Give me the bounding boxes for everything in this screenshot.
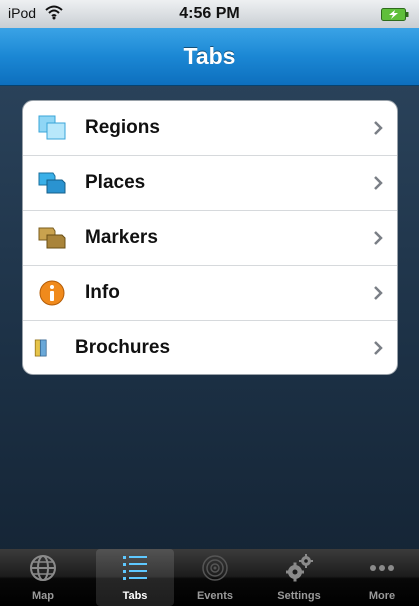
status-bar: iPod 4:56 PM [0,0,419,28]
tab-map[interactable]: Map [4,549,82,606]
chevron-right-icon [374,341,383,355]
chevron-right-icon [374,176,383,190]
page-title: Tabs [183,43,236,69]
tab-label: Events [196,590,234,602]
list-item-regions[interactable]: Regions [23,101,397,156]
chevron-right-icon [374,286,383,300]
tab-label: Map [32,590,54,602]
chevron-right-icon [374,121,383,135]
list-item-label: Info [85,282,120,303]
tab-tabs[interactable]: Tabs [96,549,174,606]
tab-more[interactable]: More [343,549,419,606]
regions-icon [38,115,66,140]
tab-label: Tabs [122,590,148,602]
list-item-brochures[interactable]: Brochures [23,321,397,374]
brochures-icon [34,339,47,357]
list-item-label: Places [85,172,146,193]
list-icon [123,556,147,580]
list-item-label: Markers [85,227,158,248]
status-time: 4:56 PM [179,5,240,22]
globe-icon [30,555,56,581]
tab-settings[interactable]: Settings [260,549,338,606]
markers-icon [38,227,66,249]
gears-icon [286,554,313,582]
tab-label: More [368,590,396,602]
list-item-markers[interactable]: Markers [23,211,397,266]
places-icon [38,172,66,194]
tab-events[interactable]: Events [176,549,254,606]
tab-label: Settings [277,590,321,602]
list-item-info[interactable]: Info [23,266,397,321]
app-screen: iPod 4:56 PM Tabs Regions Places Markers… [0,0,419,606]
more-dots-icon [370,565,394,571]
tab-bar: Map Tabs Events Settings More [0,549,419,606]
navigation-bar: Tabs [0,28,419,86]
list-item-places[interactable]: Places [23,156,397,211]
list-item-label: Regions [85,117,160,138]
battery-charging-icon [381,8,409,21]
chevron-right-icon [374,231,383,245]
tabs-list: Regions Places Markers Info Brochures [22,100,398,375]
list-item-label: Brochures [75,337,171,358]
target-icon [202,555,228,581]
info-icon [39,280,65,306]
